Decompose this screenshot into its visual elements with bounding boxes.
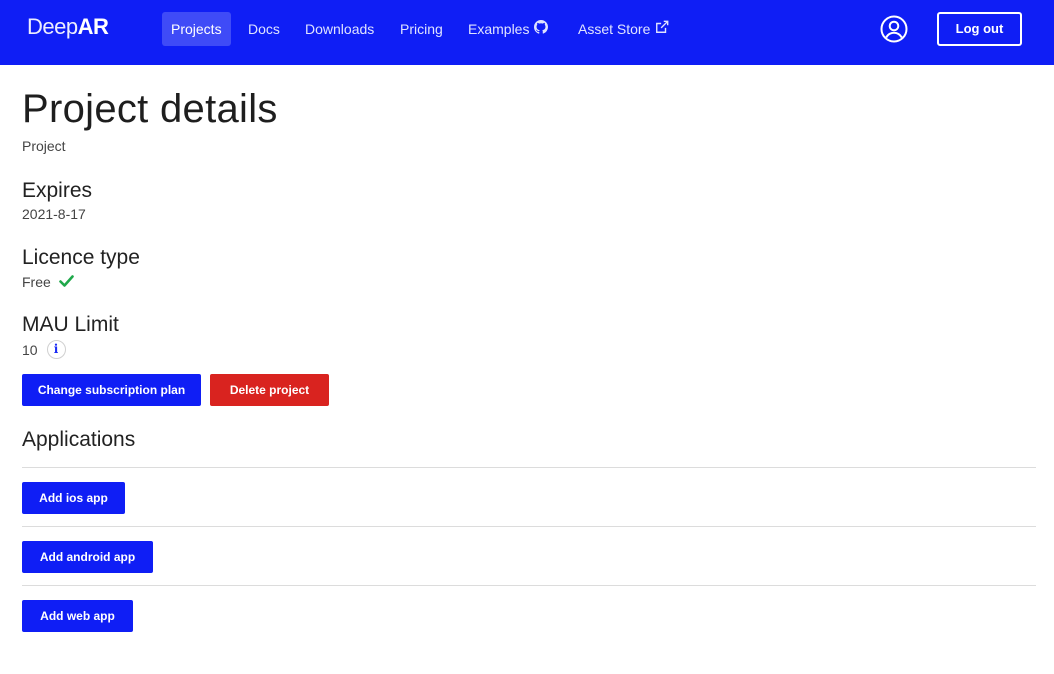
page-title: Project details <box>22 87 278 131</box>
deepar-logo[interactable]: DeepAR <box>27 13 109 41</box>
top-navbar: DeepAR Projects Docs Downloads Pricing E… <box>0 0 1054 65</box>
logo-text-light: Deep <box>27 14 78 39</box>
change-subscription-plan-button[interactable]: Change subscription plan <box>22 374 201 406</box>
nav-projects[interactable]: Projects <box>162 12 231 46</box>
nav-examples-label: Examples <box>468 21 530 37</box>
logout-button[interactable]: Log out <box>937 12 1022 46</box>
nav-downloads[interactable]: Downloads <box>305 12 374 46</box>
nav-pricing[interactable]: Pricing <box>400 12 443 46</box>
check-icon <box>58 273 74 291</box>
mau-limit-row: 10 i <box>22 340 66 360</box>
github-icon <box>534 12 549 46</box>
expires-heading: Expires <box>22 179 93 202</box>
divider <box>22 585 1036 586</box>
nav-pricing-label: Pricing <box>400 21 443 37</box>
expires-value: 2021-8-17 <box>22 206 86 222</box>
licence-type-heading: Licence type <box>22 246 140 269</box>
logo-text-bold: AR <box>77 14 109 39</box>
nav-projects-label: Projects <box>171 21 222 37</box>
external-link-icon <box>655 12 669 46</box>
nav-docs[interactable]: Docs <box>248 12 280 46</box>
nav-asset-store[interactable]: Asset Store <box>578 12 669 46</box>
applications-heading: Applications <box>22 428 136 451</box>
info-icon[interactable]: i <box>46 340 66 360</box>
licence-type-value: Free <box>22 274 51 290</box>
user-circle-icon[interactable] <box>880 15 908 43</box>
mau-limit-heading: MAU Limit <box>22 313 119 336</box>
add-ios-app-button[interactable]: Add ios app <box>22 482 125 514</box>
nav-downloads-label: Downloads <box>305 21 375 37</box>
nav-docs-label: Docs <box>248 21 280 37</box>
divider <box>22 526 1036 527</box>
mau-limit-value: 10 <box>22 342 38 358</box>
add-android-app-button[interactable]: Add android app <box>22 541 153 573</box>
nav-asset-store-label: Asset Store <box>578 21 651 37</box>
delete-project-button[interactable]: Delete project <box>210 374 329 406</box>
divider <box>22 467 1036 468</box>
licence-type-row: Free <box>22 273 74 291</box>
nav-examples[interactable]: Examples <box>468 12 549 46</box>
add-web-app-button[interactable]: Add web app <box>22 600 133 632</box>
page-subtitle: Project <box>22 138 66 154</box>
